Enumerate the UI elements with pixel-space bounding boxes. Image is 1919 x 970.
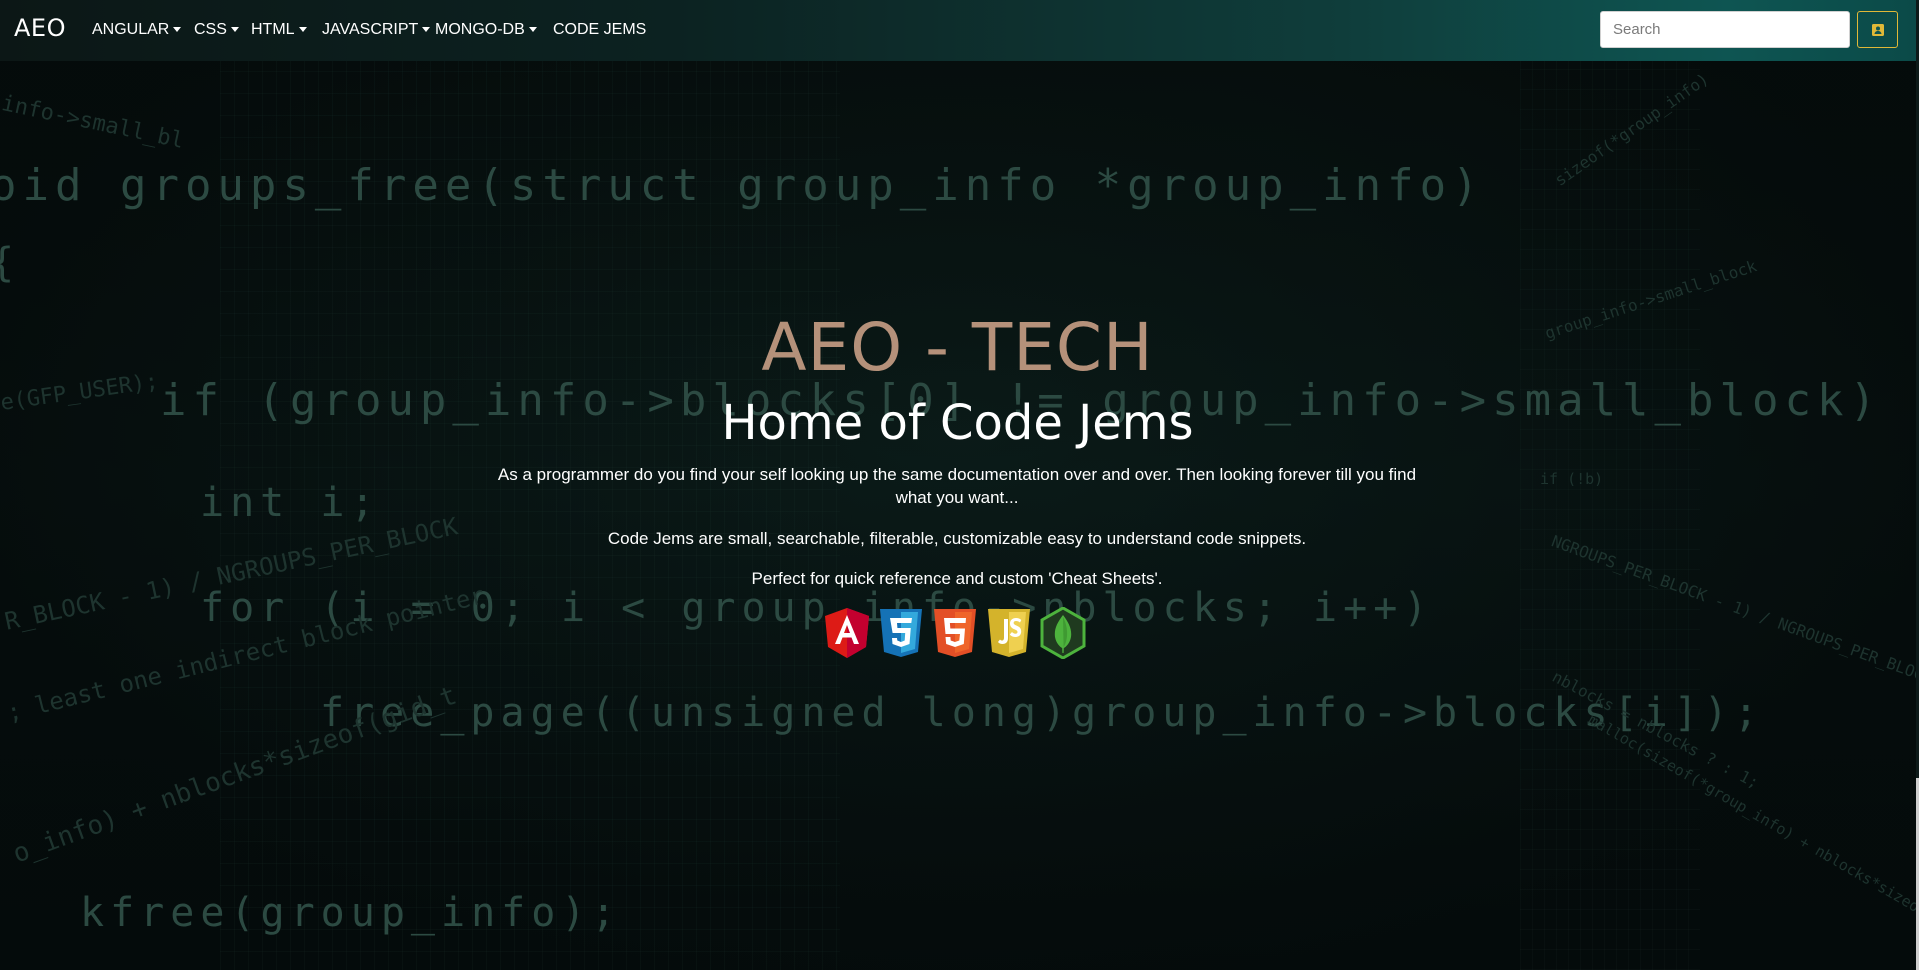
css3-icon xyxy=(880,609,922,657)
caret-down-icon xyxy=(298,26,307,32)
search-input[interactable] xyxy=(1600,11,1850,48)
nav-mongodb-dropdown[interactable]: MONGO-DB xyxy=(435,21,537,39)
mongodb-icon xyxy=(1040,607,1086,659)
caret-down-icon xyxy=(422,26,431,32)
cheat-sheet-paragraph: Perfect for quick reference and custom '… xyxy=(751,569,1163,588)
search-button[interactable] xyxy=(1857,11,1898,48)
site-title: AEO - TECH xyxy=(761,309,1154,386)
angular-icon xyxy=(825,608,869,658)
nav-label: CSS xyxy=(194,21,227,38)
user-card-icon xyxy=(1871,23,1884,36)
tech-icons xyxy=(823,607,1087,659)
nav-label: ANGULAR xyxy=(92,21,170,38)
caret-down-icon xyxy=(528,26,537,32)
caret-down-icon xyxy=(173,26,182,32)
nav-javascript-dropdown[interactable]: JAVASCRIPT xyxy=(322,21,431,39)
site-subtitle: Home of Code Jems xyxy=(721,395,1194,451)
nav-angular-dropdown[interactable]: ANGULAR xyxy=(92,21,182,39)
html5-icon xyxy=(934,609,976,657)
nav-css-dropdown[interactable]: CSS xyxy=(194,21,239,39)
description-paragraph: Code Jems are small, searchable, filtera… xyxy=(607,529,1307,548)
nav-label: MONGO-DB xyxy=(435,21,525,38)
caret-down-icon xyxy=(230,26,239,32)
nav-label: JAVASCRIPT xyxy=(322,21,419,38)
nav-code-jems-link[interactable]: CODE JEMS xyxy=(553,21,646,39)
brand-logo[interactable]: AEO xyxy=(14,14,66,42)
javascript-icon xyxy=(988,609,1030,657)
nav-label: CODE JEMS xyxy=(553,21,647,38)
nav-label: HTML xyxy=(251,21,295,38)
hero-section: AEO - TECH Home of Code Jems As a progra… xyxy=(0,0,1919,970)
top-navbar: AEO ANGULAR CSS HTML JAVASCRIPT MONGO-DB… xyxy=(0,0,1919,61)
intro-paragraph: As a programmer do you find your self lo… xyxy=(497,465,1417,507)
nav-html-dropdown[interactable]: HTML xyxy=(251,21,307,39)
